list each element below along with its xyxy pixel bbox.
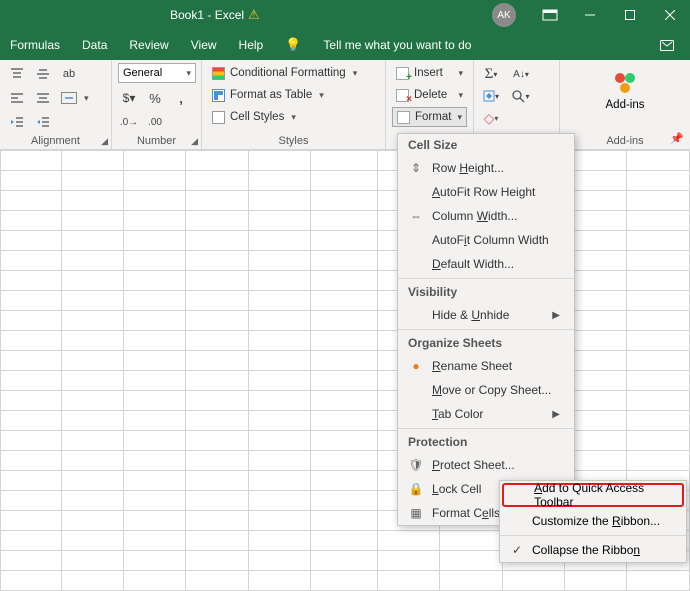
increase-indent-button[interactable] bbox=[32, 111, 54, 133]
group-label-alignment: Alignment bbox=[0, 135, 111, 147]
tell-me-search[interactable]: Tell me what you want to do bbox=[323, 38, 471, 52]
context-collapse-ribbon[interactable]: ✓ Collapse the Ribbon bbox=[500, 538, 686, 562]
format-cells-button[interactable]: Format ▾ bbox=[392, 107, 467, 127]
window-title-area: Book1 - Excel ⚠ bbox=[170, 7, 260, 23]
insert-icon bbox=[396, 67, 409, 80]
addins-icon[interactable] bbox=[611, 69, 639, 97]
window-title: Book1 - Excel bbox=[170, 8, 244, 22]
align-middle-button[interactable] bbox=[32, 63, 54, 85]
number-format-combo[interactable]: General ▾ bbox=[118, 63, 196, 83]
menu-move-copy[interactable]: Move or Copy Sheet... bbox=[398, 378, 574, 402]
group-label-styles: Styles bbox=[202, 135, 385, 147]
align-top-button[interactable] bbox=[6, 63, 28, 85]
ribbon: ab ▾ Alignment ◢ General bbox=[0, 60, 690, 150]
format-as-table-button[interactable]: Format as Table▾ bbox=[208, 85, 379, 105]
number-format-value: General bbox=[123, 67, 162, 79]
lightbulb-icon: 💡 bbox=[285, 37, 301, 53]
rename-icon: ● bbox=[408, 359, 424, 373]
decrease-indent-button[interactable] bbox=[6, 111, 28, 133]
insert-cells-button[interactable]: Insert ▾ bbox=[392, 63, 467, 83]
tab-formulas[interactable]: Formulas bbox=[10, 38, 60, 52]
user-avatar[interactable]: AK bbox=[492, 3, 516, 27]
warning-icon: ⚠ bbox=[248, 7, 260, 23]
find-select-button[interactable]: ▾ bbox=[510, 85, 532, 107]
chevron-down-icon: ▾ bbox=[186, 68, 191, 79]
increase-decimal-button[interactable]: .0→ bbox=[118, 111, 140, 133]
menu-header-visibility: Visibility bbox=[398, 281, 574, 303]
check-icon: ✓ bbox=[510, 543, 524, 557]
group-label-number: Number bbox=[112, 135, 201, 147]
menu-hide-unhide[interactable]: Hide & Unhide▶ bbox=[398, 303, 574, 327]
protect-icon: 🛡 bbox=[408, 458, 424, 472]
menu-autofit-row[interactable]: AutoFit Row Height bbox=[398, 180, 574, 204]
percent-format-button[interactable]: % bbox=[144, 87, 166, 109]
decrease-decimal-button[interactable]: .00 bbox=[144, 111, 166, 133]
autosum-button[interactable]: Σ▾ bbox=[480, 63, 502, 85]
alignment-dialog-launcher[interactable]: ◢ bbox=[101, 136, 108, 147]
delete-cells-button[interactable]: Delete ▾ bbox=[392, 85, 467, 105]
conditional-formatting-button[interactable]: Conditional Formatting▾ bbox=[208, 63, 379, 83]
collapse-ribbon-pin[interactable]: 📌 bbox=[670, 132, 684, 145]
menu-header-cellsize: Cell Size bbox=[398, 134, 574, 156]
comma-format-button[interactable]: , bbox=[170, 87, 192, 109]
ribbon-display-options-button[interactable] bbox=[530, 9, 570, 21]
menu-row-height[interactable]: ⇕ Row Height... bbox=[398, 156, 574, 180]
conditional-formatting-icon bbox=[212, 67, 225, 80]
menu-header-protection: Protection bbox=[398, 431, 574, 453]
menu-protect-sheet[interactable]: 🛡 Protect Sheet... bbox=[398, 453, 574, 477]
tab-review[interactable]: Review bbox=[129, 38, 168, 52]
merge-center-button[interactable] bbox=[58, 87, 80, 109]
delete-icon bbox=[396, 89, 409, 102]
align-left-button[interactable] bbox=[6, 87, 28, 109]
align-center-button[interactable] bbox=[32, 87, 54, 109]
context-add-qat[interactable]: Add to Quick Access Toolbar bbox=[502, 483, 684, 507]
menu-header-organize: Organize Sheets bbox=[398, 332, 574, 354]
number-dialog-launcher[interactable]: ◢ bbox=[191, 136, 198, 147]
menu-default-width[interactable]: Default Width... bbox=[398, 252, 574, 276]
column-width-icon: ⇔ bbox=[408, 209, 424, 223]
format-cells-icon: ▦ bbox=[408, 506, 424, 520]
menu-column-width[interactable]: ⇔ Column Width... bbox=[398, 204, 574, 228]
maximize-button[interactable] bbox=[610, 0, 650, 30]
group-alignment: ab ▾ Alignment ◢ bbox=[0, 60, 112, 149]
lock-icon: 🔒 bbox=[408, 482, 424, 496]
format-icon bbox=[397, 111, 410, 124]
addins-button-label[interactable]: Add-ins bbox=[606, 99, 645, 111]
sort-filter-button[interactable]: A↓▾ bbox=[510, 63, 532, 85]
tab-help[interactable]: Help bbox=[239, 38, 264, 52]
context-customize-ribbon[interactable]: Customize the Ribbon... bbox=[500, 509, 686, 533]
format-dropdown-menu: Cell Size ⇕ Row Height... AutoFit Row He… bbox=[397, 133, 575, 526]
tab-view[interactable]: View bbox=[191, 38, 217, 52]
title-bar: Book1 - Excel ⚠ AK bbox=[0, 0, 690, 30]
tab-data[interactable]: Data bbox=[82, 38, 107, 52]
accounting-format-button[interactable]: $▾ bbox=[118, 87, 140, 109]
fill-button[interactable]: ▾ bbox=[480, 85, 502, 107]
clear-button[interactable]: ◇▾ bbox=[480, 107, 502, 129]
cell-styles-icon bbox=[212, 111, 225, 124]
menu-rename-sheet[interactable]: ● Rename Sheet bbox=[398, 354, 574, 378]
minimize-button[interactable] bbox=[570, 0, 610, 30]
close-button[interactable] bbox=[650, 0, 690, 30]
menu-autofit-column[interactable]: AutoFit Column Width bbox=[398, 228, 574, 252]
table-icon bbox=[212, 89, 225, 102]
cell-styles-button[interactable]: Cell Styles▾ bbox=[208, 107, 379, 127]
row-height-icon: ⇕ bbox=[408, 161, 424, 175]
ribbon-context-menu: Add to Quick Access Toolbar Customize th… bbox=[499, 480, 687, 563]
group-number: General ▾ $▾ % , .0→ .00 Number ◢ bbox=[112, 60, 202, 149]
group-styles: Conditional Formatting▾ Format as Table▾… bbox=[202, 60, 386, 149]
share-button[interactable] bbox=[660, 38, 676, 52]
menu-tab-color[interactable]: Tab Color▶ bbox=[398, 402, 574, 426]
wrap-text-button[interactable]: ab bbox=[58, 63, 80, 85]
ribbon-tab-bar: Formulas Data Review View Help 💡 Tell me… bbox=[0, 30, 690, 60]
